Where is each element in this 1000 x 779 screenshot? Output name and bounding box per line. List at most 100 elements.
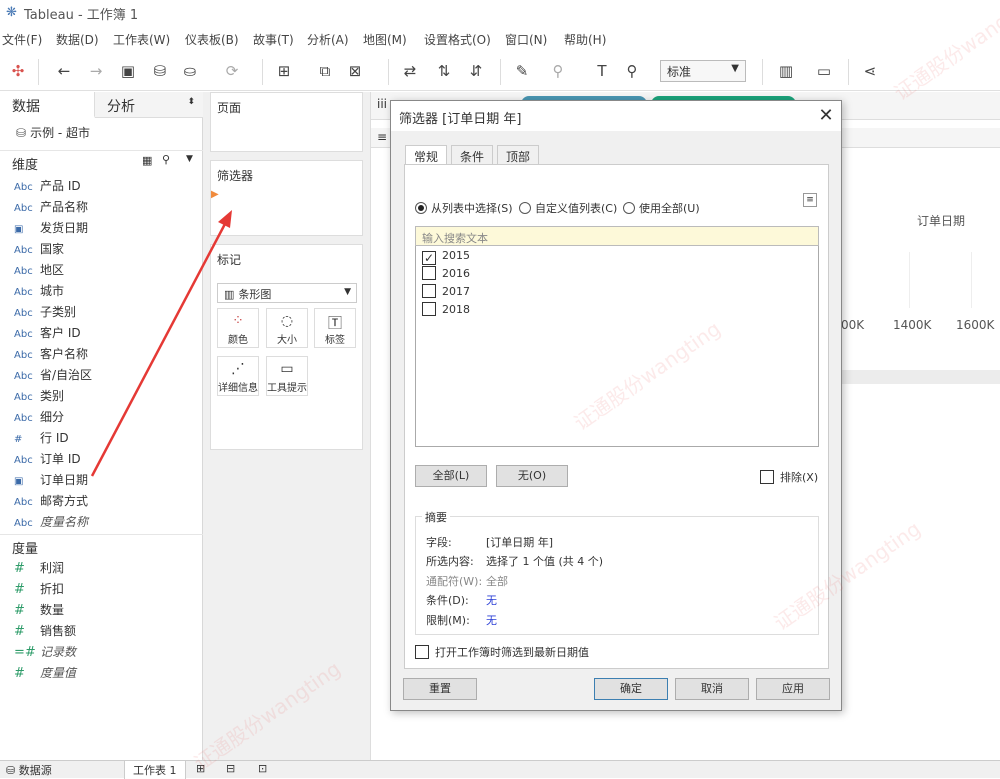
tableau-home-icon[interactable]: ✣ <box>8 61 28 81</box>
cancel-button[interactable]: 取消 <box>675 678 749 700</box>
dimension-field[interactable]: Abc 客户名称 <box>14 344 88 364</box>
measure-field[interactable]: # 度量值 <box>14 663 76 683</box>
menu-worksheet[interactable]: 工作表(W) <box>113 31 170 48</box>
new-sheet-icon[interactable]: ⊞ <box>274 61 294 81</box>
pause-update-icon[interactable]: ⛀ <box>180 61 200 81</box>
chevron-down-icon[interactable]: ▼ <box>186 154 193 164</box>
swap-icon[interactable]: ⇄ <box>400 61 420 81</box>
dimension-field[interactable]: Abc 订单 ID <box>14 449 81 469</box>
string-icon: Abc <box>14 287 33 298</box>
measure-field[interactable]: # 折扣 <box>14 579 64 599</box>
new-story-icon[interactable]: ⊡ <box>258 762 267 775</box>
dimension-field[interactable]: Abc 类别 <box>14 386 64 406</box>
select-all-button[interactable]: 全部(L) <box>415 465 487 487</box>
view-list-icon[interactable]: ▦ <box>142 154 152 167</box>
redo-icon[interactable]: → <box>86 61 106 81</box>
measure-field[interactable]: =# 记录数 <box>14 642 76 662</box>
dimension-field[interactable]: Abc 产品名称 <box>14 197 88 217</box>
tab-top[interactable]: 顶部 <box>497 145 540 165</box>
menu-format[interactable]: 设置格式(O) <box>424 31 491 48</box>
menu-file[interactable]: 文件(F) <box>2 31 42 48</box>
tab-analysis[interactable]: 分析 ⬍ <box>95 92 203 118</box>
refresh-icon[interactable]: ⟳ <box>222 61 242 81</box>
pin-icon[interactable]: ⚲ <box>622 61 642 81</box>
limit-link[interactable]: 无 <box>486 614 497 627</box>
tooltip-button[interactable]: ▭ 工具提示 <box>266 356 308 396</box>
sort-desc-icon[interactable]: ⇵ <box>466 61 486 81</box>
value-list-item[interactable]: ✓ 2015 <box>422 248 470 266</box>
sheet-tab[interactable]: 工作表 1 <box>124 761 186 779</box>
menu-map[interactable]: 地图(M) <box>363 31 407 48</box>
reset-button[interactable]: 重置 <box>403 678 477 700</box>
datasource-tab[interactable]: ⛁ 数据源 <box>6 762 52 778</box>
search-icon[interactable]: ⚲ <box>162 153 170 166</box>
value-list-item[interactable]: 2016 <box>422 266 470 284</box>
menu-dashboard[interactable]: 仪表板(B) <box>185 31 239 48</box>
scrollbar[interactable] <box>841 370 1000 384</box>
pages-shelf[interactable]: 页面 <box>210 92 363 152</box>
mark-type-select[interactable]: ▥ 条形图 ▼ <box>217 283 357 303</box>
value-list-item[interactable]: 2017 <box>422 284 470 302</box>
dimension-field[interactable]: Abc 地区 <box>14 260 64 280</box>
ok-button[interactable]: 确定 <box>594 678 668 700</box>
measure-field[interactable]: # 利润 <box>14 558 64 578</box>
save-icon[interactable]: ▣ <box>118 61 138 81</box>
menu-window[interactable]: 窗口(N) <box>505 31 547 48</box>
dimension-field[interactable]: Abc 细分 <box>14 407 64 427</box>
menu-help[interactable]: 帮助(H) <box>564 31 606 48</box>
undo-icon[interactable]: ← <box>54 61 74 81</box>
group-icon[interactable]: ⚲ <box>548 61 568 81</box>
dimension-field[interactable]: Abc 国家 <box>14 239 64 259</box>
dimension-field[interactable]: Abc 产品 ID <box>14 176 81 196</box>
sort-asc-icon[interactable]: ⇅ <box>434 61 454 81</box>
measure-field[interactable]: # 数量 <box>14 600 64 620</box>
new-dashboard-icon[interactable]: ⊟ <box>226 762 235 775</box>
select-none-button[interactable]: 无(O) <box>496 465 568 487</box>
tab-general[interactable]: 常规 <box>405 145 448 166</box>
dimension-field[interactable]: Abc 子类别 <box>14 302 76 322</box>
dimension-field[interactable]: Abc 度量名称 <box>14 512 88 532</box>
dimension-field[interactable]: Abc 省/自治区 <box>14 365 92 385</box>
dimension-field[interactable]: Abc 客户 ID <box>14 323 81 343</box>
highlight-icon[interactable]: ✎ <box>512 61 532 81</box>
size-button[interactable]: ◌ 大小 <box>266 308 308 348</box>
condition-link[interactable]: 无 <box>486 594 497 607</box>
menu-story[interactable]: 故事(T) <box>253 31 294 48</box>
open-latest-checkbox[interactable]: 打开工作簿时筛选到最新日期值 <box>415 644 589 660</box>
view-size-select[interactable]: 标准 ▼ <box>660 60 746 82</box>
color-icon: ⁘ <box>232 313 244 329</box>
dimension-field[interactable]: ▣ 订单日期 <box>14 470 88 490</box>
datasource-item[interactable]: ⛁ 示例 - 超市 <box>0 120 203 144</box>
label-button[interactable]: 🅃 标签 <box>314 308 356 348</box>
apply-button[interactable]: 应用 <box>756 678 830 700</box>
close-icon[interactable]: ✕ <box>815 105 837 127</box>
value-list-item[interactable]: 2018 <box>422 302 470 320</box>
exclude-checkbox[interactable]: 排除(X) <box>760 469 818 485</box>
dimension-field[interactable]: Abc 城市 <box>14 281 64 301</box>
menu-data[interactable]: 数据(D) <box>56 31 99 48</box>
dimension-field[interactable]: ▣ 发货日期 <box>14 218 88 238</box>
list-menu-icon[interactable]: ≡ <box>803 193 817 207</box>
tab-data[interactable]: 数据 <box>0 92 95 118</box>
dimension-field[interactable]: # 行 ID <box>14 428 69 448</box>
label-icon[interactable]: T <box>592 61 612 81</box>
presentation-icon[interactable]: ▭ <box>814 61 834 81</box>
radio-select-from-list[interactable]: 从列表中选择(S) <box>415 200 513 216</box>
share-icon[interactable]: ⋖ <box>860 61 880 81</box>
filters-shelf[interactable]: 筛选器 ▶ <box>210 160 363 236</box>
search-input[interactable]: 输入搜索文本 <box>415 226 819 246</box>
dimension-field[interactable]: Abc 邮寄方式 <box>14 491 88 511</box>
clear-sheet-icon[interactable]: ⊠ <box>345 61 365 81</box>
show-me-icon[interactable]: ▥ <box>776 61 796 81</box>
radio-custom-list[interactable]: 自定义值列表(C) <box>519 200 617 216</box>
new-sheet-icon[interactable]: ⊞ <box>196 762 205 775</box>
duplicate-sheet-icon[interactable]: ⧉ <box>315 61 335 81</box>
new-datasource-icon[interactable]: ⛁ <box>150 61 170 81</box>
menu-analysis[interactable]: 分析(A) <box>307 31 349 48</box>
detail-button[interactable]: ⋰ 详细信息 <box>217 356 259 396</box>
radio-use-all[interactable]: 使用全部(U) <box>623 200 700 216</box>
measure-field[interactable]: # 销售额 <box>14 621 76 641</box>
view-size-value: 标准 <box>667 65 692 79</box>
color-button[interactable]: ⁘ 颜色 <box>217 308 259 348</box>
tab-condition[interactable]: 条件 <box>451 145 494 165</box>
